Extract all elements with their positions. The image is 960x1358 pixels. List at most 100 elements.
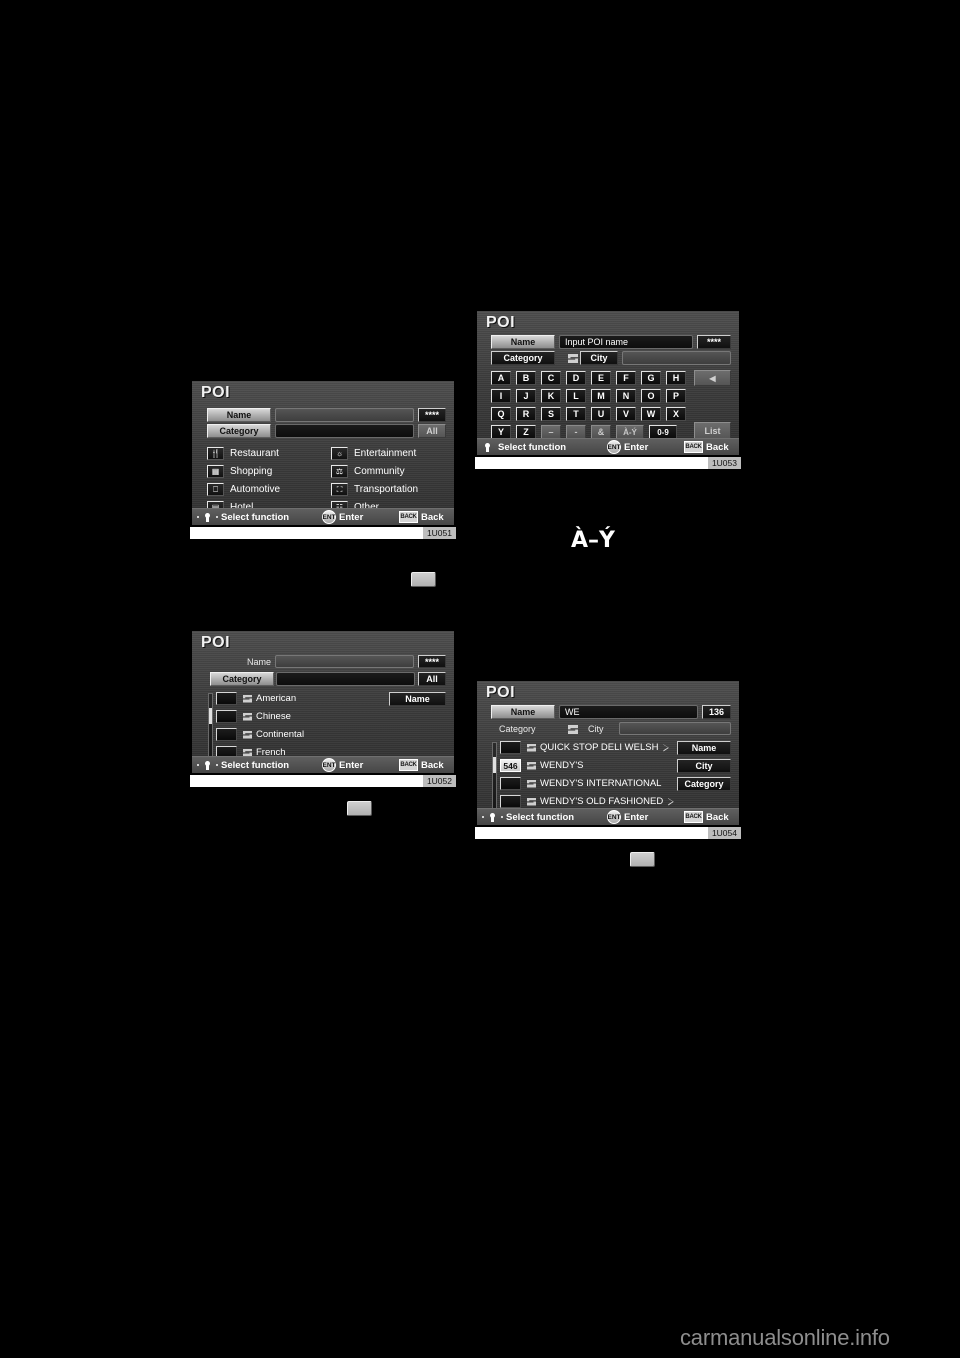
- stars-button[interactable]: ****: [418, 655, 446, 668]
- city-value-field[interactable]: [622, 351, 731, 365]
- category-item-shopping[interactable]: ▦ Shopping: [207, 465, 272, 478]
- city-label: City: [588, 724, 604, 734]
- stars-button[interactable]: ****: [418, 408, 446, 422]
- key-S[interactable]: S: [541, 407, 561, 421]
- key-N[interactable]: N: [616, 389, 636, 403]
- key-G[interactable]: G: [641, 371, 661, 385]
- name-value-field[interactable]: [275, 655, 414, 668]
- list-item[interactable]: American: [216, 692, 296, 705]
- key-Y[interactable]: Y: [491, 425, 511, 439]
- list-item-label: WENDY'S INTERNATIONAL: [540, 778, 662, 789]
- key-V[interactable]: V: [616, 407, 636, 421]
- table-row[interactable]: WENDY'S INTERNATIONAL: [500, 777, 661, 790]
- all-button[interactable]: All: [418, 672, 446, 686]
- key-Z[interactable]: Z: [516, 425, 536, 439]
- enter-icon: ENT: [607, 810, 621, 824]
- name-value-field[interactable]: Input POI name: [559, 335, 693, 349]
- category-value-field[interactable]: [275, 424, 414, 438]
- key-O[interactable]: O: [641, 389, 661, 403]
- key-D[interactable]: D: [566, 371, 586, 385]
- list-icon: [527, 779, 536, 788]
- category-value-field[interactable]: [276, 672, 415, 686]
- figure-caption: 1U054: [707, 827, 741, 839]
- key-A[interactable]: A: [491, 371, 511, 385]
- hint-enter-label: Enter: [339, 759, 364, 771]
- list-scrollbar[interactable]: [492, 742, 497, 812]
- chevron-right-icon: [668, 798, 674, 806]
- name-button[interactable]: Name: [491, 705, 555, 719]
- key-F[interactable]: F: [616, 371, 636, 385]
- key-T[interactable]: T: [566, 407, 586, 421]
- key-space[interactable]: –: [541, 425, 561, 439]
- category-item-community[interactable]: ⚖ Community: [331, 465, 405, 478]
- key-J[interactable]: J: [516, 389, 536, 403]
- key-accented-letters[interactable]: À-Ý: [616, 425, 644, 439]
- key-L[interactable]: L: [566, 389, 586, 403]
- category-button[interactable]: Category: [210, 672, 274, 686]
- enter-icon: ENT: [322, 510, 336, 524]
- key-P[interactable]: P: [666, 389, 686, 403]
- city-button[interactable]: City: [580, 351, 618, 365]
- caption-row: 1U052: [190, 775, 456, 787]
- sort-by-name-button[interactable]: Name: [389, 692, 446, 706]
- category-item-entertainment[interactable]: ☼ Entertainment: [331, 447, 416, 460]
- category-button[interactable]: Category: [491, 351, 555, 365]
- list-item-box: 546: [500, 759, 521, 772]
- key-E[interactable]: E: [591, 371, 611, 385]
- swap-icon: [568, 725, 578, 734]
- key-hyphen[interactable]: -: [566, 425, 586, 439]
- page-title: POI: [486, 684, 516, 701]
- list-scrollbar[interactable]: [208, 693, 213, 763]
- key-ampersand[interactable]: &: [591, 425, 611, 439]
- key-M[interactable]: M: [591, 389, 611, 403]
- list-item[interactable]: Chinese: [216, 710, 291, 723]
- enter-icon: ENT: [322, 758, 336, 772]
- all-button[interactable]: All: [418, 424, 446, 438]
- nav-screen: POI Name WE 136 Category City QUICK STOP…: [475, 679, 741, 827]
- category-item-automotive[interactable]: ⎕ Automotive: [207, 483, 280, 496]
- name-value-field[interactable]: WE: [559, 705, 698, 719]
- scrollbar-thumb[interactable]: [493, 757, 496, 773]
- key-R[interactable]: R: [516, 407, 536, 421]
- table-row[interactable]: 546 WENDY'S: [500, 759, 584, 772]
- key-X[interactable]: X: [666, 407, 686, 421]
- hint-select-label: Select function: [221, 511, 290, 523]
- result-count-button[interactable]: 136: [702, 705, 731, 719]
- table-row[interactable]: QUICK STOP DELI WELSH: [500, 741, 669, 754]
- key-K[interactable]: K: [541, 389, 561, 403]
- stars-button[interactable]: ****: [697, 335, 731, 349]
- name-value-field[interactable]: [275, 408, 414, 422]
- figure-caption: 1U052: [422, 775, 456, 787]
- hint-bar: Select function ENT Enter BACK Back: [477, 438, 739, 455]
- name-button[interactable]: Name: [207, 408, 271, 422]
- hint-select-function: Select function: [482, 812, 574, 823]
- key-C[interactable]: C: [541, 371, 561, 385]
- category-button[interactable]: Category: [207, 424, 271, 438]
- key-Q[interactable]: Q: [491, 407, 511, 421]
- key-H[interactable]: H: [666, 371, 686, 385]
- key-I[interactable]: I: [491, 389, 511, 403]
- sort-by-category-button[interactable]: Category: [677, 777, 731, 791]
- category-item-transportation[interactable]: ⛶ Transportation: [331, 483, 418, 496]
- key-numbers[interactable]: 0-9: [649, 425, 677, 439]
- hint-back-label: Back: [706, 441, 729, 453]
- list-item[interactable]: Continental: [216, 728, 304, 741]
- key-U[interactable]: U: [591, 407, 611, 421]
- backspace-button[interactable]: ◀: [694, 370, 731, 386]
- table-row[interactable]: WENDY'S OLD FASHIONED: [500, 795, 674, 808]
- category-item-restaurant[interactable]: 🍴 Restaurant: [207, 447, 279, 460]
- sort-by-name-button[interactable]: Name: [677, 741, 731, 755]
- city-value-field[interactable]: [619, 722, 731, 735]
- name-button[interactable]: Name: [491, 335, 555, 349]
- key-W[interactable]: W: [641, 407, 661, 421]
- hint-select-function: Select function: [197, 512, 289, 523]
- caption-row: 1U053: [475, 457, 741, 469]
- joystick-icon: [202, 512, 213, 523]
- list-icon: [527, 797, 536, 806]
- scrollbar-thumb[interactable]: [209, 708, 212, 724]
- list-icon: [243, 730, 252, 739]
- list-icon: [243, 694, 252, 703]
- key-B[interactable]: B: [516, 371, 536, 385]
- hint-select-label: Select function: [221, 759, 290, 771]
- sort-by-city-button[interactable]: City: [677, 759, 731, 773]
